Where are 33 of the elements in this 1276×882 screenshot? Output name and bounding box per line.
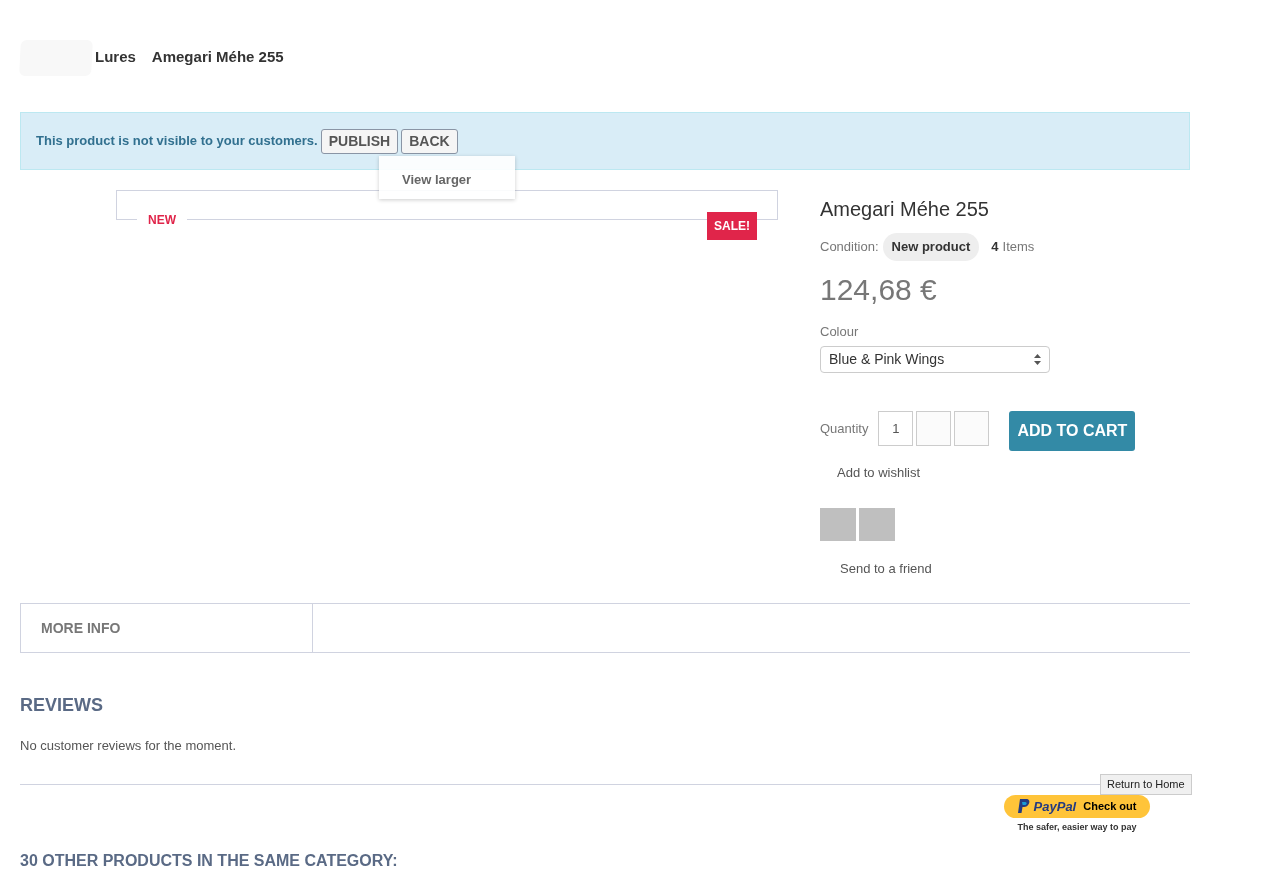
stock-unit: Items bbox=[1002, 238, 1035, 256]
stock-count: 4 bbox=[991, 238, 999, 256]
tab[interactable]: MORE INFO bbox=[20, 604, 313, 652]
quantity-label: Quantity bbox=[820, 420, 869, 438]
product-price: 124,68 € bbox=[820, 271, 938, 308]
share-button[interactable] bbox=[820, 507, 856, 541]
paypal-checkout-button[interactable]: PayPal Check out bbox=[1004, 794, 1150, 818]
select-arrows-icon bbox=[1034, 354, 1041, 365]
paypal-icon bbox=[1017, 798, 1030, 814]
reviews-heading: REVIEWS bbox=[20, 694, 104, 717]
quantity-field[interactable]: 1 bbox=[878, 411, 914, 446]
send-to-friend-link[interactable]: Send to a friend bbox=[840, 558, 1190, 578]
sale-badge: SALE! bbox=[707, 212, 757, 240]
alert-button[interactable]: BACK bbox=[401, 128, 458, 154]
colour-select[interactable]: Blue & Pink Wings bbox=[820, 346, 1050, 373]
product-title: Amegari Méhe 255 bbox=[820, 197, 990, 222]
breadcrumb-link[interactable]: Lures bbox=[95, 46, 136, 69]
alert-button[interactable]: PUBLISH bbox=[320, 128, 399, 154]
tooltip: Return to Home bbox=[1100, 774, 1192, 795]
related-heading: 30 OTHER PRODUCTS IN THE SAME CATEGORY: bbox=[20, 850, 398, 871]
colour-label: Colour bbox=[820, 322, 860, 341]
decrease-button[interactable] bbox=[916, 411, 952, 446]
increase-button[interactable] bbox=[954, 411, 990, 446]
alert-message: This product is not visible to your customers. bbox=[36, 132, 318, 151]
condition-badge: New product bbox=[882, 233, 980, 261]
condition-label: Condition: bbox=[820, 238, 879, 256]
add-to-cart-button[interactable]: ADD TO CART bbox=[1009, 411, 1136, 451]
reviews-message: No customer reviews for the moment. bbox=[20, 737, 237, 755]
view-larger-popup[interactable]: View larger bbox=[379, 156, 515, 199]
paypal-tagline: The safer, easier way to pay bbox=[1017, 821, 1137, 834]
wishlist-link[interactable]: Add to wishlist bbox=[837, 463, 1190, 483]
share-button[interactable] bbox=[859, 507, 895, 541]
breadcrumb-link[interactable]: Amegari Méhe 255 bbox=[151, 46, 284, 69]
